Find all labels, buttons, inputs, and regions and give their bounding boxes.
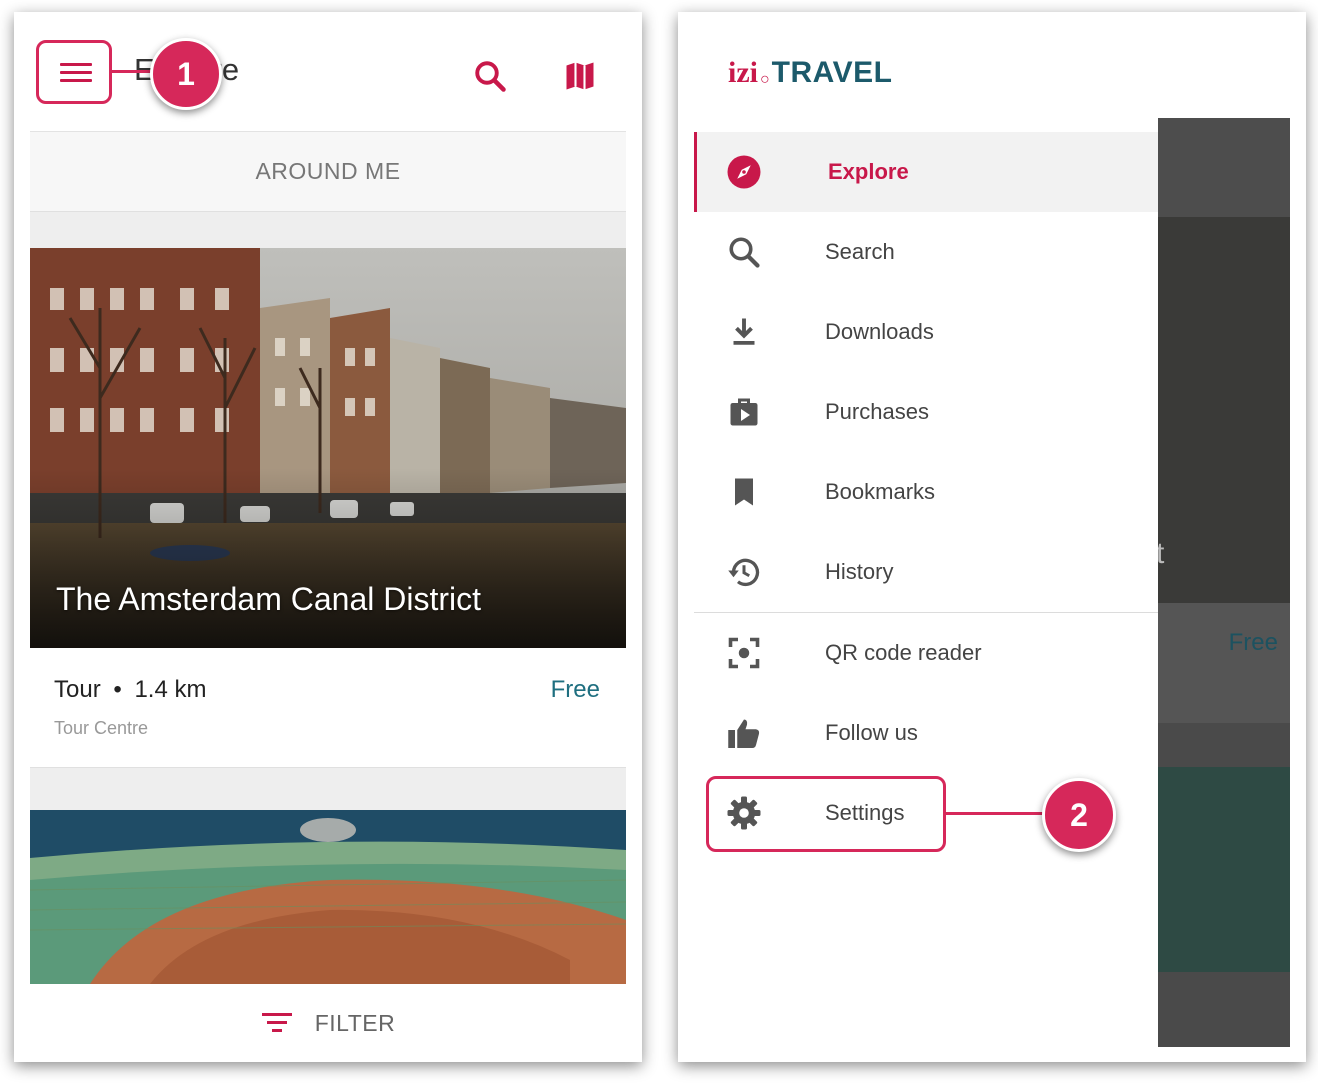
purchases-icon bbox=[730, 398, 758, 426]
historic-map-illustration bbox=[30, 810, 626, 984]
dimmed-photo bbox=[1158, 217, 1290, 603]
drawer-item-bookmarks[interactable]: Bookmarks bbox=[694, 452, 1158, 532]
tour-type-distance: Tour • 1.4 km bbox=[54, 676, 206, 704]
tour-meta[interactable]: Tour • 1.4 km Free Tour Centre bbox=[30, 648, 626, 768]
app-bar: Explore bbox=[30, 28, 626, 132]
filter-icon bbox=[261, 1011, 293, 1035]
separator-dot: • bbox=[113, 676, 122, 703]
drawer-item-label: Explore bbox=[828, 159, 909, 184]
drawer-item-purchases[interactable]: Purchases bbox=[694, 372, 1158, 452]
map-card-image[interactable] bbox=[30, 810, 626, 984]
filter-label: FILTER bbox=[314, 1009, 396, 1036]
tour-photo[interactable]: The Amsterdam Canal District bbox=[30, 248, 626, 648]
callout-2-highlight bbox=[706, 776, 946, 852]
search-icon bbox=[729, 237, 760, 268]
drawer-item-label: Search bbox=[825, 239, 895, 264]
drawer-scrim[interactable]: t Free bbox=[1158, 117, 1290, 1047]
tour-distance: 1.4 km bbox=[134, 676, 207, 703]
download-icon bbox=[733, 318, 755, 345]
history-icon bbox=[728, 558, 760, 587]
dimmed-price: Free bbox=[1228, 629, 1278, 656]
drawer-item-label: Downloads bbox=[825, 319, 934, 344]
callout-1-highlight bbox=[36, 40, 112, 104]
screenshot-stage: Explore AROUND ME bbox=[0, 0, 1318, 1090]
drawer-item-label: Follow us bbox=[825, 720, 918, 745]
drawer-item-label: Bookmarks bbox=[825, 479, 936, 504]
tour-title: The Amsterdam Canal District bbox=[56, 581, 482, 617]
search-icon[interactable] bbox=[472, 58, 508, 94]
filter-bar[interactable]: FILTER bbox=[30, 984, 626, 1062]
left-phone-screen: Explore AROUND ME bbox=[14, 12, 642, 1062]
tour-type: Tour bbox=[54, 676, 101, 703]
drawer-item-label: QR code reader bbox=[825, 640, 982, 665]
drawer-header: izi ○TRAVEL bbox=[694, 28, 1290, 118]
tour-place: Tour Centre bbox=[54, 718, 149, 738]
card-gap bbox=[30, 768, 626, 810]
tour-price: Free bbox=[550, 676, 600, 703]
drawer-item-history[interactable]: History bbox=[694, 532, 1158, 612]
qr-icon bbox=[728, 637, 760, 669]
drawer-item-search[interactable]: Search bbox=[694, 212, 1158, 292]
drawer-item-label: Purchases bbox=[825, 399, 929, 424]
callout-2-connector bbox=[946, 812, 1046, 815]
navigation-drawer: Explore Search Downloads Purchases Bookm… bbox=[694, 132, 1158, 1062]
drawer-item-downloads[interactable]: Downloads bbox=[694, 292, 1158, 372]
drawer-item-explore[interactable]: Explore bbox=[694, 132, 1158, 212]
right-phone-screen: t Free izi ○TRAVEL Explore Search Downlo… bbox=[678, 12, 1306, 1062]
izi-travel-logo: izi ○TRAVEL bbox=[728, 56, 893, 89]
drawer-item-label: History bbox=[825, 559, 894, 584]
dimmed-title-fragment: t bbox=[1158, 537, 1165, 570]
dimmed-meta bbox=[1158, 603, 1290, 723]
card-gap bbox=[30, 212, 626, 248]
bookmark-icon bbox=[735, 478, 753, 506]
thumbs-up-icon bbox=[728, 719, 760, 748]
drawer-item-follow-us[interactable]: Follow us bbox=[694, 693, 1158, 773]
around-me-tab[interactable]: AROUND ME bbox=[30, 132, 626, 212]
map-icon[interactable] bbox=[562, 58, 598, 94]
callout-2-badge: 2 bbox=[1042, 778, 1116, 852]
compass-icon bbox=[727, 155, 761, 189]
dimmed-map bbox=[1158, 767, 1290, 972]
callout-1-badge: 1 bbox=[150, 38, 222, 110]
drawer-item-qr-code-reader[interactable]: QR code reader bbox=[694, 613, 1158, 693]
